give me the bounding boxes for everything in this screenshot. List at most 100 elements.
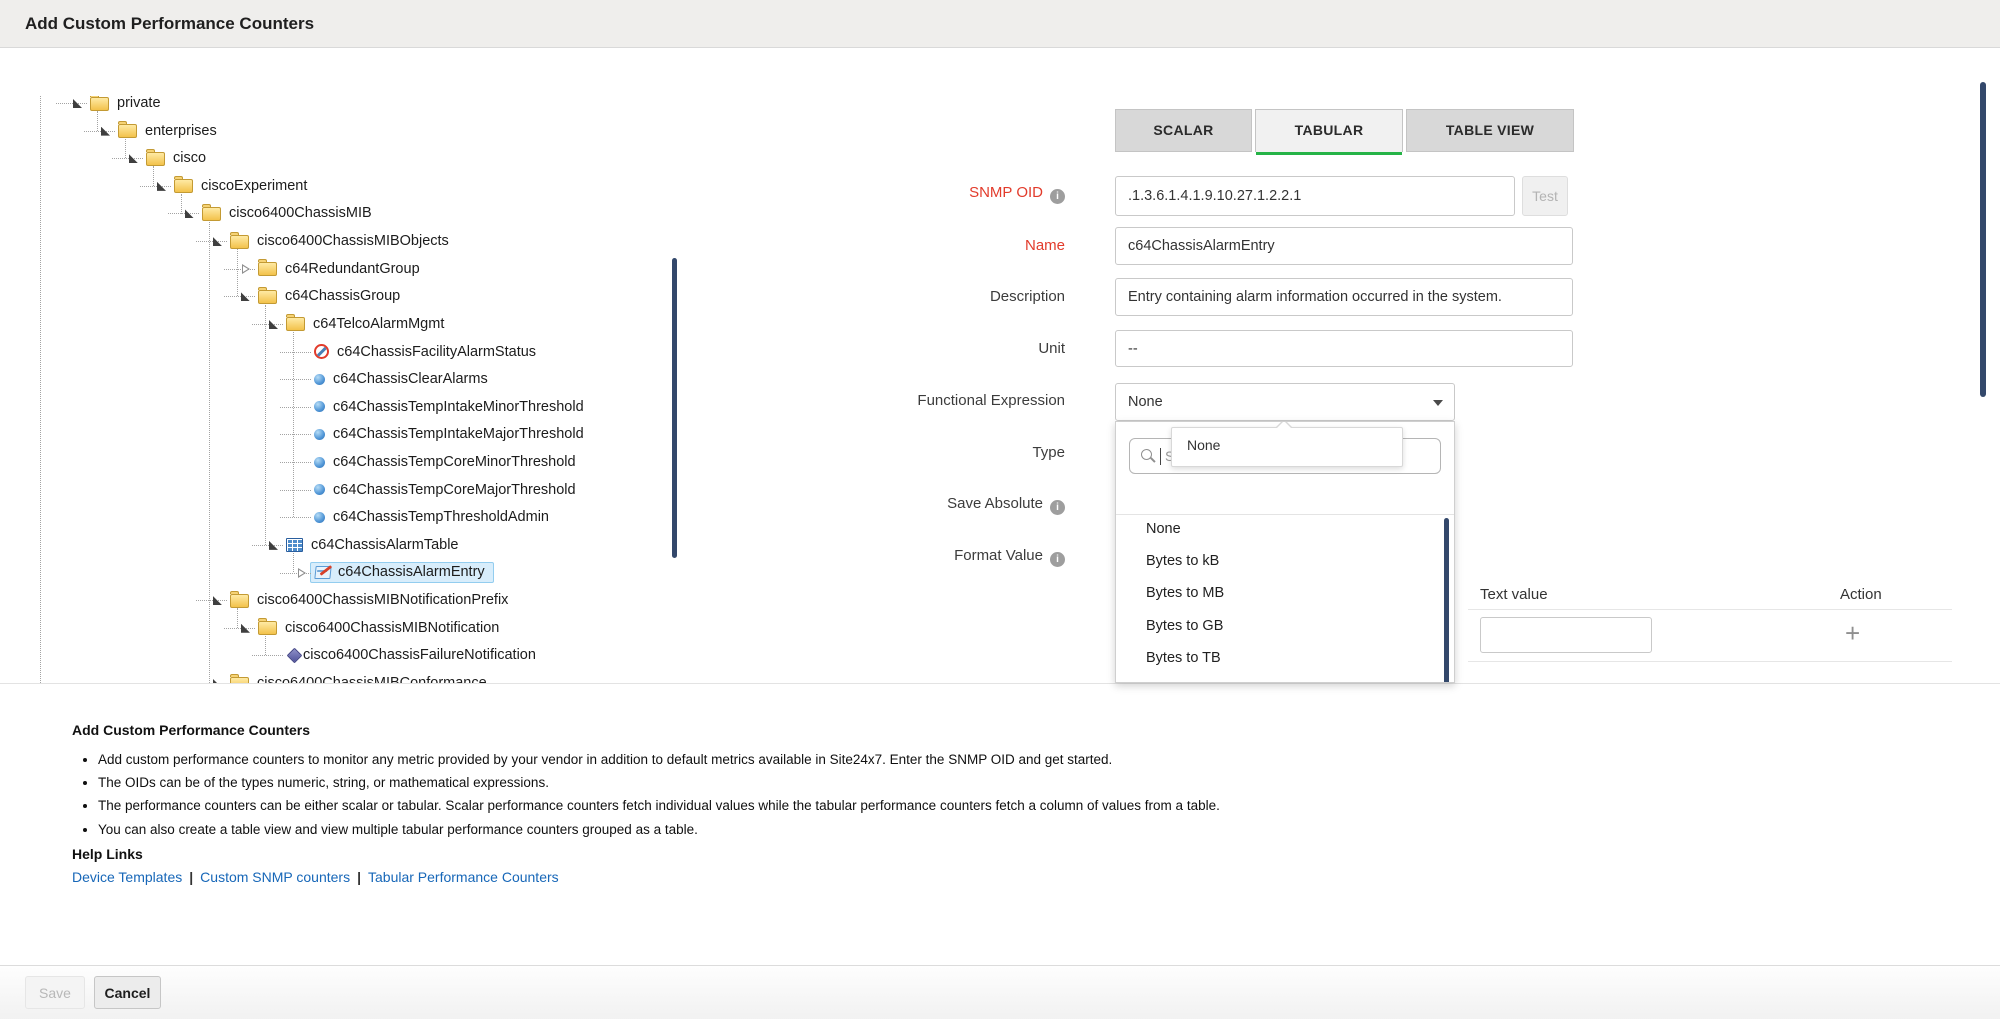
tree-row[interactable]: c64ChassisTempCoreMajorThreshold xyxy=(294,479,576,501)
link-separator: | xyxy=(189,869,193,885)
tooltip-text: None xyxy=(1187,437,1220,453)
tree-row[interactable]: cisco6400ChassisMIBObjects xyxy=(210,230,449,252)
scalar-node-icon xyxy=(314,457,325,468)
help-bullet: You can also create a table view and vie… xyxy=(98,818,1220,841)
tree-node-label: cisco6400ChassisMIBObjects xyxy=(257,233,449,249)
help-bullet: The performance counters can be either s… xyxy=(98,794,1220,817)
tree-row[interactable]: cisco xyxy=(126,147,206,169)
tree-row[interactable]: c64RedundantGroup xyxy=(238,258,420,280)
tree-row[interactable]: c64ChassisAlarmEntry xyxy=(294,562,494,584)
unit-input[interactable]: -- xyxy=(1115,330,1573,367)
tree-row[interactable]: ciscoExperiment xyxy=(154,175,307,197)
tree-node-label: c64ChassisAlarmTable xyxy=(311,537,458,553)
tab-table-view[interactable]: TABLE VIEW xyxy=(1406,109,1574,152)
expander-icon[interactable] xyxy=(70,96,90,114)
info-icon[interactable]: i xyxy=(1050,189,1065,204)
help-bullet: The OIDs can be of the types numeric, st… xyxy=(98,771,1220,794)
dropdown-option[interactable]: Bytes to TB xyxy=(1116,642,1454,674)
folder-icon xyxy=(258,262,277,276)
dropdown-option[interactable]: None xyxy=(1116,513,1454,545)
tree-row[interactable]: cisco6400ChassisMIBNotificationPrefix xyxy=(210,589,508,611)
save-button[interactable]: Save xyxy=(25,976,85,1009)
expander-icon[interactable] xyxy=(294,562,314,584)
expander-icon[interactable] xyxy=(210,230,230,252)
expander-icon[interactable] xyxy=(98,120,118,142)
help-section-title: Add Custom Performance Counters xyxy=(72,722,310,738)
help-link-tabular-performance-counters[interactable]: Tabular Performance Counters xyxy=(368,869,559,885)
dropdown-option[interactable]: Bytes to kB xyxy=(1116,545,1454,577)
tab-tabular[interactable]: TABULAR xyxy=(1255,109,1403,152)
functional-expression-label: Functional Expression xyxy=(640,391,1065,411)
cancel-button[interactable]: Cancel xyxy=(94,976,161,1009)
description-input[interactable]: Entry containing alarm information occur… xyxy=(1115,278,1573,316)
functional-expression-select[interactable]: None xyxy=(1115,383,1455,421)
chevron-down-icon xyxy=(1433,400,1443,406)
tree-row[interactable]: c64ChassisClearAlarms xyxy=(294,368,488,390)
tree-branch-stub xyxy=(294,341,314,363)
tree-row[interactable]: c64TelcoAlarmMgmt xyxy=(266,313,444,335)
tree-branch-stub xyxy=(294,506,314,528)
name-label: Name xyxy=(640,236,1065,256)
expander-icon[interactable] xyxy=(266,534,286,556)
dropdown-option[interactable]: Bytes to GB xyxy=(1116,610,1454,642)
expander-icon[interactable] xyxy=(210,589,230,611)
tree-branch-stub xyxy=(294,423,314,445)
snmp-oid-label: SNMP OIDi xyxy=(640,183,1065,203)
expander-icon[interactable] xyxy=(182,202,202,224)
expander-icon[interactable] xyxy=(210,672,230,683)
tree-row[interactable]: c64ChassisTempCoreMinorThreshold xyxy=(294,451,576,473)
add-row-button[interactable]: + xyxy=(1845,620,1860,646)
dropdown-option[interactable]: Bytes to MB xyxy=(1116,577,1454,609)
tree-connector-line xyxy=(209,222,210,683)
tree-row[interactable]: c64ChassisTempThresholdAdmin xyxy=(294,506,549,528)
expander-icon[interactable] xyxy=(238,617,258,639)
dropdown-scrollbar[interactable] xyxy=(1444,518,1449,683)
page-title: Add Custom Performance Counters xyxy=(25,0,314,47)
unit-value: -- xyxy=(1128,341,1138,357)
selected-node-highlight[interactable]: c64ChassisAlarmEntry xyxy=(310,562,494,583)
tree-row[interactable]: c64ChassisGroup xyxy=(238,285,400,307)
help-link-custom-snmp-counters[interactable]: Custom SNMP counters xyxy=(200,869,350,885)
no-access-icon xyxy=(314,344,329,359)
expander-icon[interactable] xyxy=(126,147,146,169)
tree-row[interactable]: cisco6400ChassisMIB xyxy=(182,202,372,224)
tree-connector-line xyxy=(265,305,266,545)
expander-icon[interactable] xyxy=(266,313,286,335)
folder-icon xyxy=(174,179,193,193)
info-icon[interactable]: i xyxy=(1050,500,1065,515)
tree-row[interactable]: cisco6400ChassisMIBNotification xyxy=(238,617,499,639)
folder-icon xyxy=(258,621,277,635)
tree-row[interactable]: c64ChassisAlarmTable xyxy=(266,534,458,556)
tree-branch-stub xyxy=(266,644,286,666)
tree-row[interactable]: c64ChassisTempIntakeMajorThreshold xyxy=(294,423,584,445)
page-scrollbar[interactable] xyxy=(1980,82,1986,397)
tree-node-label: c64ChassisFacilityAlarmStatus xyxy=(337,344,536,360)
expander-icon[interactable] xyxy=(238,285,258,307)
name-input[interactable]: c64ChassisAlarmEntry xyxy=(1115,227,1573,265)
add-custom-performance-counters-dialog: Add Custom Performance Counters private e… xyxy=(0,0,2000,1019)
help-link-device-templates[interactable]: Device Templates xyxy=(72,869,182,885)
tree-row[interactable]: c64ChassisFacilityAlarmStatus xyxy=(294,341,536,363)
tree-node-label: c64ChassisClearAlarms xyxy=(333,371,488,387)
info-icon[interactable]: i xyxy=(1050,552,1065,567)
description-value: Entry containing alarm information occur… xyxy=(1128,289,1502,305)
action-column-header: Action xyxy=(1840,585,1882,605)
snmp-oid-input[interactable]: .1.3.6.1.4.1.9.10.27.1.2.2.1 xyxy=(1115,176,1515,216)
folder-icon xyxy=(90,97,109,111)
expander-icon[interactable] xyxy=(238,258,258,280)
tree-row[interactable]: enterprises xyxy=(98,120,217,142)
tree-node-label: cisco6400ChassisMIBConformance xyxy=(257,675,487,683)
test-button[interactable]: Test xyxy=(1522,176,1568,216)
tree-row[interactable]: c64ChassisTempIntakeMinorThreshold xyxy=(294,396,584,418)
tree-row[interactable]: cisco6400ChassisFailureNotification xyxy=(266,644,536,666)
folder-icon xyxy=(230,594,249,608)
tab-scalar[interactable]: SCALAR xyxy=(1115,109,1252,152)
folder-icon xyxy=(230,235,249,249)
tree-node-label: cisco6400ChassisFailureNotification xyxy=(303,647,536,663)
text-value-input[interactable] xyxy=(1480,617,1652,653)
expander-icon[interactable] xyxy=(154,175,174,197)
tree-row[interactable]: cisco6400ChassisMIBConformance xyxy=(210,672,487,683)
tree-row[interactable]: private xyxy=(70,96,161,114)
tree-node-label: cisco6400ChassisMIB xyxy=(229,205,372,221)
value-table-row-divider xyxy=(1468,661,1952,662)
